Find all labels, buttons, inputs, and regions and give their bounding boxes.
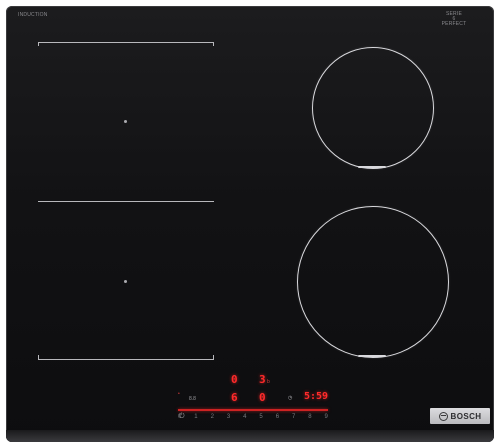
scale-digit[interactable]: 7 xyxy=(292,414,295,420)
zone-top-left-power-display[interactable]: 0 xyxy=(231,374,238,385)
front-right-burner[interactable] xyxy=(297,206,449,358)
flex-zone-top-left-tick xyxy=(38,42,39,46)
power-level-slider-bar xyxy=(178,409,328,411)
zone-top-right-power-display[interactable]: 3 xyxy=(259,374,266,385)
serie-label-line3: PERFECT xyxy=(441,21,467,27)
front-right-burner-marker xyxy=(358,355,386,357)
flex-zone-bottom-left-tick xyxy=(38,355,39,359)
flex-zone-divider-line xyxy=(38,201,214,202)
power-level-slider[interactable]: 0 1 2 3 4 5 6 7 8 9 xyxy=(178,409,328,421)
rear-right-burner[interactable] xyxy=(312,47,434,169)
scale-digit[interactable]: 6 xyxy=(276,414,279,420)
zone-top-right-suffix: b xyxy=(267,379,270,385)
flex-zone-bottom-line xyxy=(38,359,214,360)
flex-zone-bottom-right-tick xyxy=(213,355,214,359)
scale-digit[interactable]: 8 xyxy=(308,414,311,420)
timer-display[interactable]: 5:59 xyxy=(304,392,328,402)
brand-name: BOSCH xyxy=(450,411,482,421)
power-level-scale: 0 1 2 3 4 5 6 7 8 9 xyxy=(178,414,328,420)
zone-bottom-left-setting-display[interactable]: 6 xyxy=(231,392,238,403)
bosch-logo-icon xyxy=(438,411,448,421)
front-left-zone-center-mark xyxy=(124,280,127,283)
cooktop-front-edge xyxy=(6,430,494,442)
flex-zone-top-line xyxy=(38,42,214,43)
zone-bottom-right-setting-display[interactable]: 0 xyxy=(259,392,266,403)
power-button-icon[interactable]: ⏻ xyxy=(179,413,185,420)
timer-clock-icon[interactable]: ◷ xyxy=(288,396,292,401)
scale-digit[interactable]: 9 xyxy=(325,414,328,420)
flex-zone-top-right-tick xyxy=(213,42,214,46)
rear-right-burner-marker xyxy=(358,166,386,168)
serie-badge: SERIE 6 PERFECT xyxy=(440,12,468,27)
scale-digit[interactable]: 5 xyxy=(259,414,262,420)
scale-digit[interactable]: 2 xyxy=(211,414,214,420)
scale-digit[interactable]: 4 xyxy=(243,414,246,420)
rear-left-zone-center-mark xyxy=(124,120,127,123)
cooktop-glass: INDUCTION SERIE 6 PERFECT 0 3 b • 8.8 6 … xyxy=(6,6,494,442)
timer-prefix-display: 8.8 xyxy=(189,396,196,402)
power-indicator-icon: • xyxy=(178,391,180,397)
scale-digit[interactable]: 3 xyxy=(227,414,230,420)
bosch-brand-badge: BOSCH xyxy=(430,408,490,424)
scale-digit[interactable]: 1 xyxy=(194,414,197,420)
induction-label: INDUCTION xyxy=(18,12,48,18)
